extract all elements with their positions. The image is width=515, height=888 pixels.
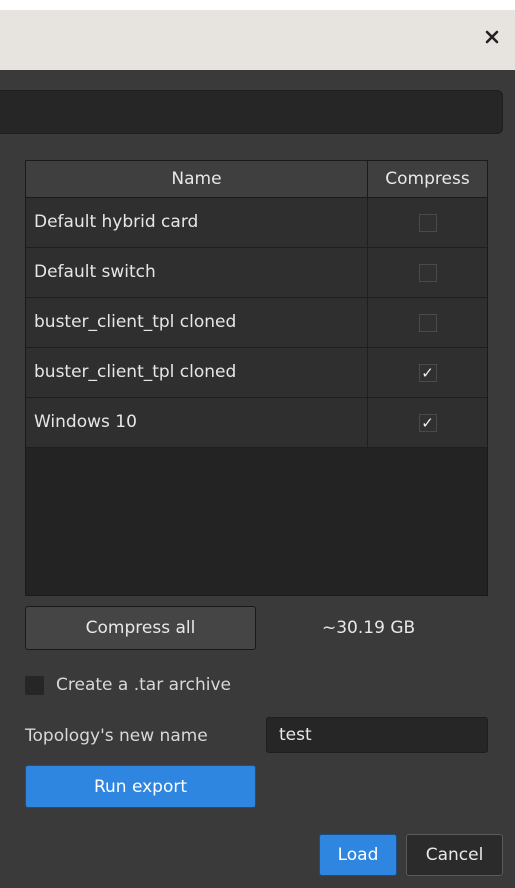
close-icon [485, 30, 499, 44]
compress-cell: ✓ [368, 398, 487, 447]
table-row[interactable]: Default switch [26, 248, 487, 298]
table-header: Name Compress [26, 161, 487, 198]
template-table: Name Compress Default hybrid card Defaul… [25, 160, 488, 596]
compress-cell [368, 298, 487, 347]
row-name: buster_client_tpl cloned [26, 348, 368, 397]
compress-cell [368, 198, 487, 247]
compress-checkbox[interactable] [418, 213, 437, 232]
tar-archive-option[interactable]: Create a .tar archive [25, 668, 231, 702]
close-button[interactable] [477, 22, 507, 52]
search-input[interactable] [0, 90, 503, 134]
table-row[interactable]: Windows 10 ✓ [26, 398, 487, 448]
table-row[interactable]: Default hybrid card [26, 198, 487, 248]
title-bar [0, 10, 515, 70]
compress-checkbox[interactable]: ✓ [418, 363, 437, 382]
compress-cell: ✓ [368, 348, 487, 397]
dialog-panel: Name Compress Default hybrid card Defaul… [0, 70, 515, 888]
compress-checkbox[interactable] [418, 263, 437, 282]
table-body: Default hybrid card Default switch buste… [26, 198, 487, 448]
load-button[interactable]: Load [319, 834, 397, 876]
compress-all-button[interactable]: Compress all [25, 606, 256, 650]
table-row[interactable]: buster_client_tpl cloned ✓ [26, 348, 487, 398]
estimated-size-label: ~30.19 GB [322, 618, 416, 638]
compress-cell [368, 248, 487, 297]
row-name: buster_client_tpl cloned [26, 298, 368, 347]
new-name-label: Topology's new name [25, 726, 208, 746]
tar-archive-checkbox[interactable] [25, 675, 44, 695]
row-name: Default switch [26, 248, 368, 297]
run-export-button[interactable]: Run export [25, 765, 256, 808]
compress-checkbox[interactable] [418, 313, 437, 332]
compress-checkbox[interactable]: ✓ [418, 413, 437, 432]
cancel-button[interactable]: Cancel [406, 834, 503, 876]
table-row[interactable]: buster_client_tpl cloned [26, 298, 487, 348]
column-header-name[interactable]: Name [26, 161, 368, 197]
new-name-input[interactable] [266, 717, 488, 753]
row-name: Windows 10 [26, 398, 368, 447]
row-name: Default hybrid card [26, 198, 368, 247]
export-dialog: Name Compress Default hybrid card Defaul… [0, 0, 515, 888]
tar-archive-label: Create a .tar archive [56, 675, 231, 695]
column-header-compress[interactable]: Compress [368, 161, 487, 197]
